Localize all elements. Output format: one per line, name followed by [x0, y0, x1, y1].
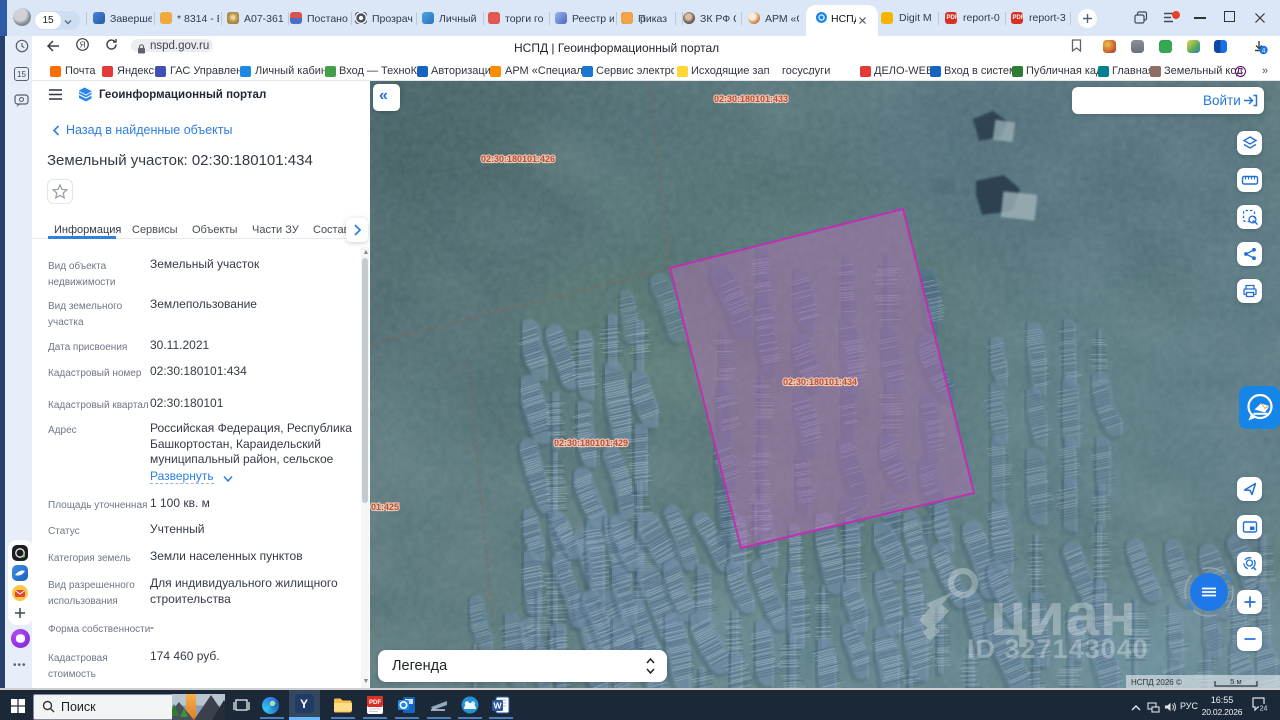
svg-text:ID 327143040: ID 327143040	[967, 634, 1149, 664]
svg-text:4: 4	[1262, 48, 1266, 55]
svg-text:НСПД 2026 ©: НСПД 2026 ©	[1131, 678, 1182, 687]
svg-text:02:30:180101:433: 02:30:180101:433	[714, 94, 788, 104]
svg-text:W: W	[493, 701, 502, 711]
svg-text:02:30:180101:429: 02:30:180101:429	[554, 438, 628, 448]
svg-text:24: 24	[1260, 706, 1268, 713]
svg-text:PDF: PDF	[369, 700, 381, 706]
svg-text:01:425: 01:425	[371, 502, 399, 512]
svg-text:5 м: 5 м	[1230, 677, 1241, 686]
svg-text:02:30:180101:434: 02:30:180101:434	[783, 377, 857, 387]
svg-text:Я: Я	[80, 41, 86, 50]
svg-text:02:30:180101:426: 02:30:180101:426	[481, 154, 555, 164]
